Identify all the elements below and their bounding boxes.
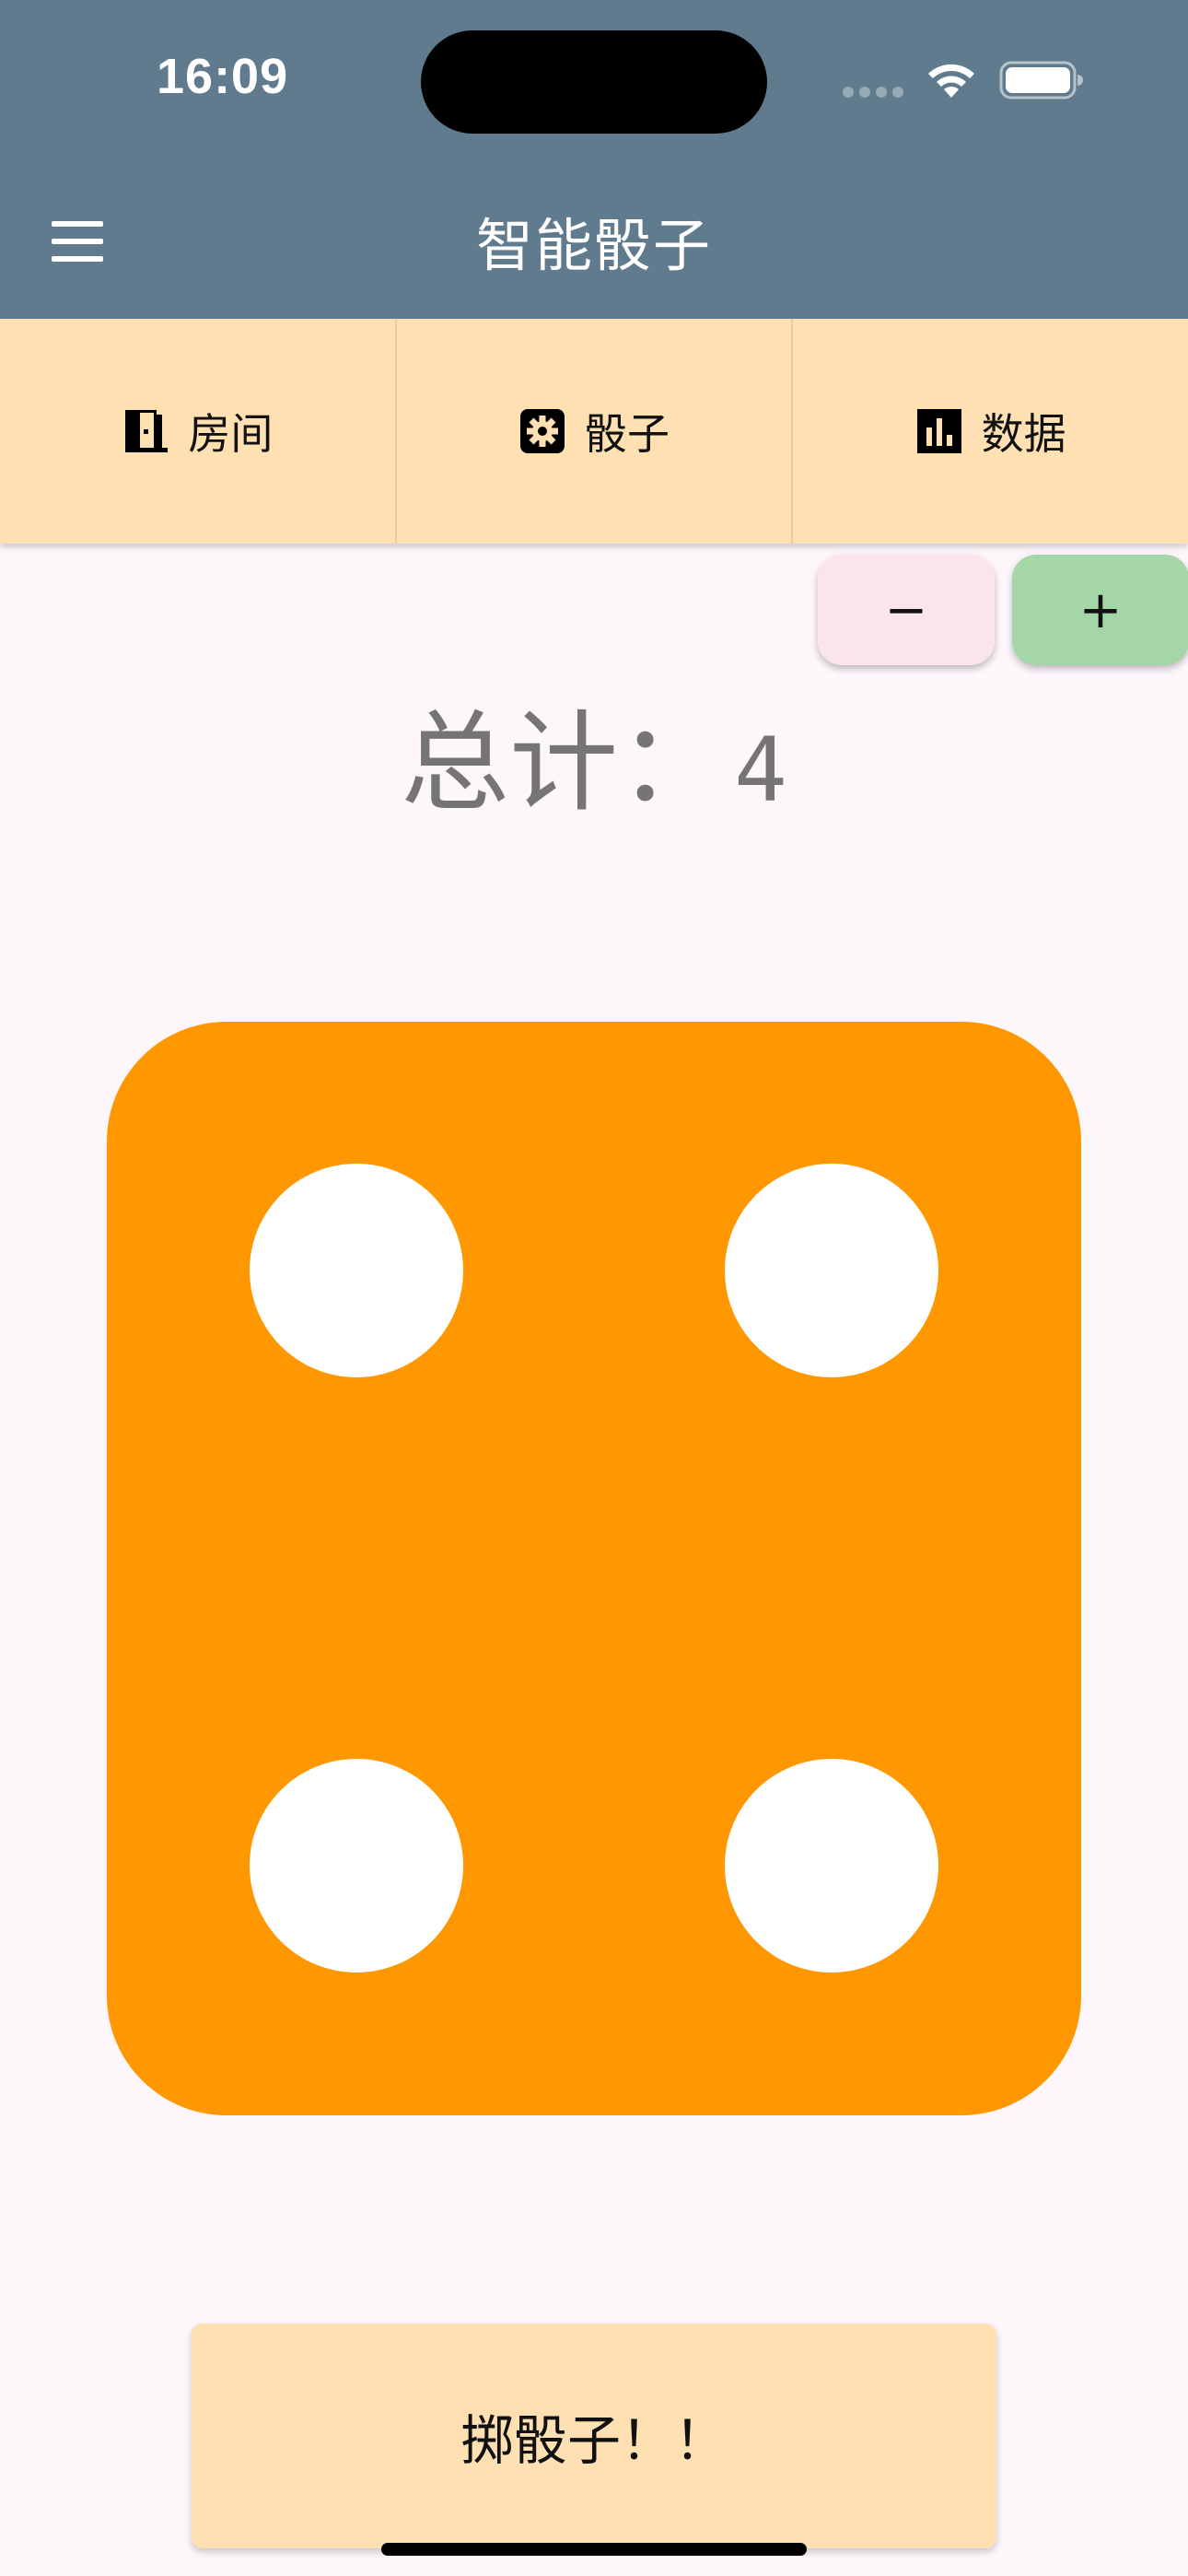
tab-label: 数据 xyxy=(981,409,1066,459)
home-indicator xyxy=(381,2543,807,2556)
total-value: 4 xyxy=(734,719,787,822)
status-time: 16:09 xyxy=(157,49,289,104)
app-title: 智能骰子 xyxy=(475,212,712,279)
wifi-icon xyxy=(928,64,974,98)
tab-bar: 房间 骰子 数据 xyxy=(0,319,1188,544)
tab-label: 房间 xyxy=(188,409,274,459)
increase-dice-button[interactable]: + xyxy=(1012,555,1188,665)
bar-chart-icon xyxy=(916,409,961,453)
tab-data[interactable]: 数据 xyxy=(793,319,1188,544)
roll-dice-button[interactable]: 掷骰子！！ xyxy=(192,2324,996,2548)
tab-room[interactable]: 房间 xyxy=(0,319,397,544)
decrease-dice-button[interactable]: − xyxy=(818,555,995,665)
tab-dice[interactable]: 骰子 xyxy=(397,319,794,544)
die-pip xyxy=(725,1759,938,1973)
die-pip xyxy=(250,1759,463,1973)
door-icon xyxy=(125,410,169,452)
total-label: 总计： xyxy=(401,699,728,826)
die-pip xyxy=(250,1164,463,1377)
tab-label: 骰子 xyxy=(585,409,670,459)
die[interactable] xyxy=(107,1022,1081,2115)
dynamic-island xyxy=(421,30,767,134)
app-bar: 16:09 智能骰子 xyxy=(0,0,1188,319)
die-pip xyxy=(725,1164,938,1377)
battery-icon xyxy=(999,61,1083,100)
gear-icon xyxy=(520,409,565,453)
total-display: 总计：4 xyxy=(0,674,1188,832)
cellular-signal-icon xyxy=(843,87,905,100)
